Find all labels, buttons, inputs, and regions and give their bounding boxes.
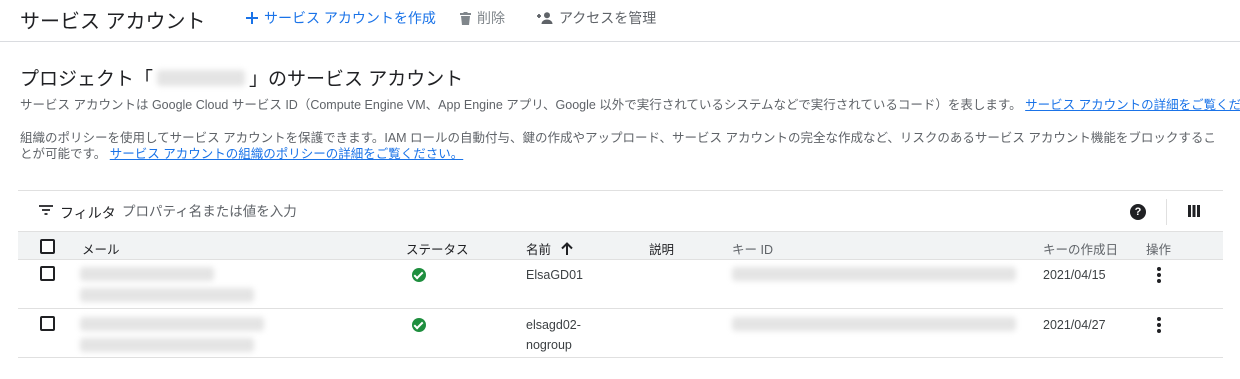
manage-access-button[interactable]: アクセスを管理 — [537, 8, 656, 28]
create-service-account-label: サービス アカウントを作成 — [264, 10, 436, 26]
service-accounts-table: メール ステータス 名前 説明 キー ID キーの作成日 操作 ElsaGD01… — [18, 231, 1223, 358]
help-icon[interactable]: ? — [1130, 204, 1146, 220]
filter-icon — [39, 205, 53, 215]
table-row: elsagd02- nogroup 2021/04/27 — [18, 309, 1223, 358]
description-text: サービス アカウントは Google Cloud サービス ID（Compute… — [20, 98, 1022, 112]
row-checkbox[interactable] — [40, 266, 55, 281]
redacted-key-id — [732, 267, 1016, 281]
person-add-icon — [537, 12, 553, 24]
trash-icon — [460, 11, 471, 25]
heading-prefix: プロジェクト「 — [20, 69, 154, 90]
section-heading: プロジェクト「 」のサービス アカウント — [20, 64, 463, 91]
column-name[interactable]: 名前 — [526, 239, 573, 258]
redacted-project-name — [157, 69, 246, 86]
column-email[interactable]: メール — [82, 239, 120, 258]
status-ok-icon — [412, 268, 426, 282]
table-header: メール ステータス 名前 説明 キー ID キーの作成日 操作 — [18, 231, 1223, 260]
delete-button[interactable]: 削除 — [460, 8, 505, 28]
filter-input[interactable] — [122, 201, 722, 221]
service-account-name: ElsaGD01 — [526, 268, 583, 282]
redacted-email-secondary — [80, 288, 254, 302]
service-account-name-line1: elsagd02- — [526, 318, 581, 332]
filter-label: フィルタ — [60, 205, 116, 221]
service-account-name-line2: nogroup — [526, 338, 572, 352]
service-accounts-details-link[interactable]: サービス アカウントの詳細をご覧ください。 — [1025, 98, 1240, 112]
redacted-email-secondary — [80, 338, 254, 352]
column-key-id[interactable]: キー ID — [732, 239, 773, 258]
heading-suffix: 」のサービス アカウント — [249, 69, 464, 90]
description-org-policy: 組織のポリシーを使用してサービス アカウントを保護できます。IAM ロールの自動… — [20, 130, 1225, 162]
column-name-label: 名前 — [526, 243, 552, 257]
redacted-email[interactable] — [80, 267, 214, 281]
description-service-accounts: サービス アカウントは Google Cloud サービス ID（Compute… — [20, 97, 1240, 113]
manage-access-label: アクセスを管理 — [559, 10, 657, 26]
row-checkbox[interactable] — [40, 316, 55, 331]
more-actions-icon[interactable] — [1149, 265, 1169, 285]
column-description[interactable]: 説明 — [649, 239, 674, 258]
filter-bar: フィルタ ? — [18, 190, 1223, 232]
top-toolbar: サービス アカウント サービス アカウントを作成 削除 アクセスを管理 — [0, 0, 1240, 42]
org-policy-details-link[interactable]: サービス アカウントの組織のポリシーの詳細をご覧ください。 — [110, 147, 463, 161]
column-actions: 操作 — [1146, 243, 1172, 257]
table-row: ElsaGD01 2021/04/15 — [18, 260, 1223, 309]
column-status[interactable]: ステータス — [406, 239, 469, 258]
page-title: サービス アカウント — [20, 11, 206, 33]
delete-label: 削除 — [477, 10, 505, 26]
column-key-created[interactable]: キーの作成日 — [1043, 239, 1118, 258]
redacted-key-id — [732, 317, 1016, 331]
sort-ascending-icon — [561, 242, 573, 255]
key-created-date: 2021/04/27 — [1043, 318, 1106, 332]
column-display-options-icon[interactable] — [1188, 205, 1200, 217]
status-ok-icon — [412, 318, 426, 332]
divider — [1166, 199, 1167, 225]
create-service-account-button[interactable]: サービス アカウントを作成 — [246, 8, 436, 28]
redacted-email[interactable] — [80, 317, 264, 331]
select-all-checkbox[interactable] — [40, 239, 55, 254]
more-actions-icon[interactable] — [1149, 315, 1169, 335]
key-created-date: 2021/04/15 — [1043, 268, 1106, 282]
plus-icon — [246, 12, 258, 24]
